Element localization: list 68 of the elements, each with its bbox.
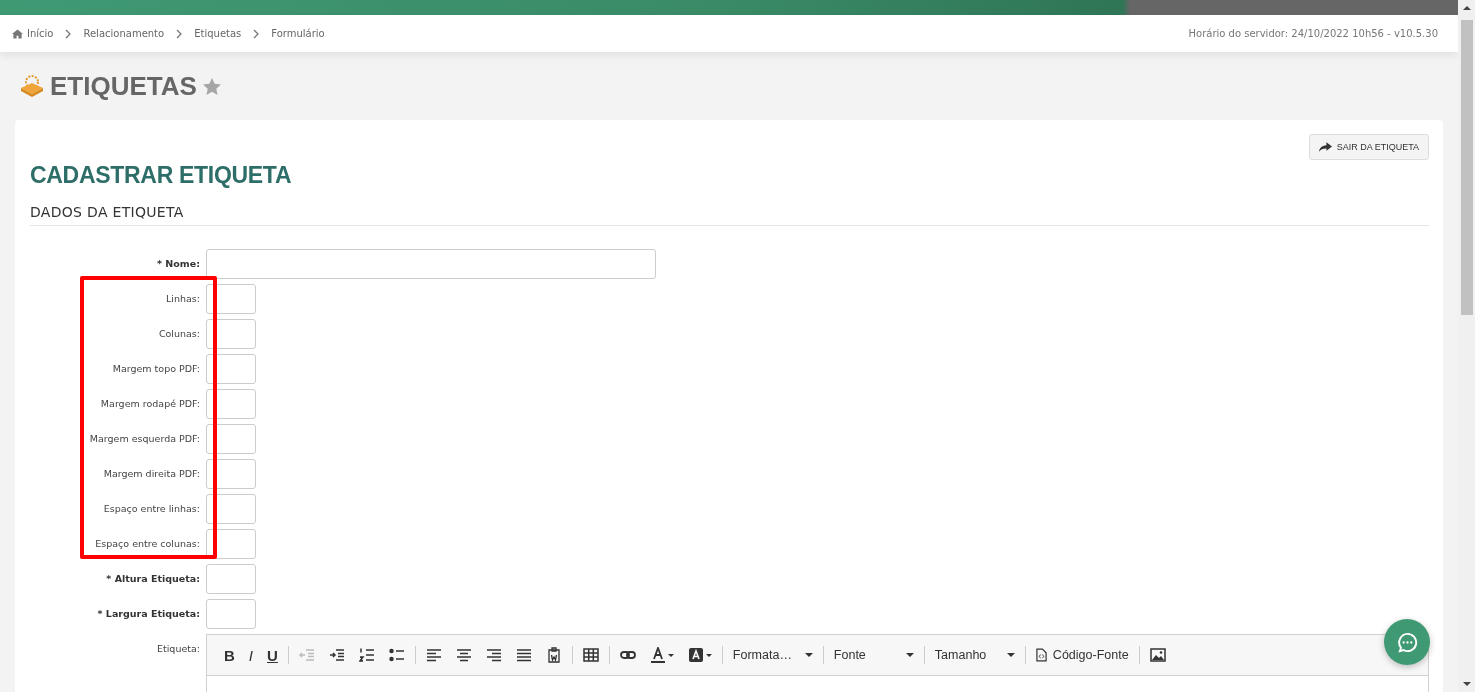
chevron-icon [65, 28, 72, 39]
caret-icon [667, 653, 674, 657]
share-arrow-icon [1318, 142, 1332, 152]
input-field[interactable] [206, 494, 256, 524]
bold-button[interactable]: B [217, 641, 242, 669]
dropdown[interactable]: Fonte [826, 641, 921, 669]
chevron-icon [253, 28, 260, 39]
breadcrumb-link[interactable]: Etiquetas [194, 28, 242, 39]
field-label: Etiqueta: [156, 642, 201, 654]
indent-icon [328, 647, 345, 663]
input-field[interactable] [206, 564, 256, 594]
section-title: DADOS DA ETIQUETA [30, 204, 185, 220]
numbered-icon [358, 647, 375, 663]
input-field[interactable] [206, 319, 256, 349]
right-icon [485, 647, 502, 663]
bgcolor-icon [687, 647, 704, 663]
caret-icon [705, 653, 712, 657]
bullets-icon [388, 647, 405, 663]
chevron-icon [176, 28, 183, 39]
textcolor-icon [649, 647, 666, 663]
chat-bubble-icon [1396, 631, 1418, 653]
star-icon[interactable] [202, 77, 221, 95]
field-label: Margem direita PDF: [102, 467, 201, 479]
table-icon [582, 647, 599, 663]
field-label: Colunas: [157, 327, 201, 339]
box-gear-icon [20, 75, 44, 97]
input-field[interactable] [206, 424, 256, 454]
input-field[interactable] [206, 389, 256, 419]
input-field[interactable] [206, 459, 256, 489]
input-field[interactable] [206, 599, 256, 629]
field-label: * Nome: [156, 257, 201, 269]
paste-icon [545, 647, 562, 663]
image-icon [1149, 647, 1166, 663]
outdent-icon [298, 647, 315, 663]
breadcrumb-link[interactable]: Relacionamento [83, 28, 165, 39]
breadcrumb-link[interactable]: Formulário [271, 28, 325, 39]
scroll-up-icon [1462, 6, 1471, 10]
form-title: CADASTRAR ETIQUETA [30, 162, 293, 189]
input-field[interactable] [206, 529, 256, 559]
input-field[interactable] [206, 249, 656, 279]
field-label: * Largura Etiqueta: [96, 607, 201, 619]
source-code-button[interactable]: Código-Fonte [1028, 641, 1136, 669]
left-icon [425, 647, 442, 663]
scroll-down-icon [1462, 682, 1471, 686]
home-icon [12, 28, 23, 39]
field-label: Margem topo PDF: [111, 362, 201, 374]
field-label: Margem rodapé PDF: [99, 397, 201, 409]
field-label: Espaço entre linhas: [102, 502, 201, 514]
field-label: Linhas: [165, 292, 201, 304]
dropdown[interactable]: Tamanho [927, 641, 1022, 669]
caret-icon [905, 653, 914, 657]
center-icon [455, 647, 472, 663]
field-label: * Altura Etiqueta: [105, 572, 201, 584]
dropdown[interactable]: Formata… [725, 641, 820, 669]
caret-icon [1006, 653, 1015, 657]
field-label: Margem esquerda PDF: [88, 432, 201, 444]
caret-icon [804, 653, 813, 657]
justify-icon [515, 647, 532, 663]
italic-button[interactable]: I [241, 641, 260, 669]
input-field[interactable] [206, 284, 256, 314]
server-time: Horário do servidor: 24/10/2022 10h56 - v10.5.30 [1188, 28, 1438, 39]
input-field[interactable] [206, 354, 256, 384]
breadcrumb-link[interactable]: Início [12, 28, 54, 39]
exit-button[interactable]: SAIR DA ETIQUETA [1308, 134, 1429, 160]
underline-button[interactable]: U [260, 641, 285, 669]
code-file-icon [1035, 648, 1047, 662]
field-label: Espaço entre colunas: [94, 537, 201, 549]
page-title: ETIQUETAS [50, 70, 197, 102]
